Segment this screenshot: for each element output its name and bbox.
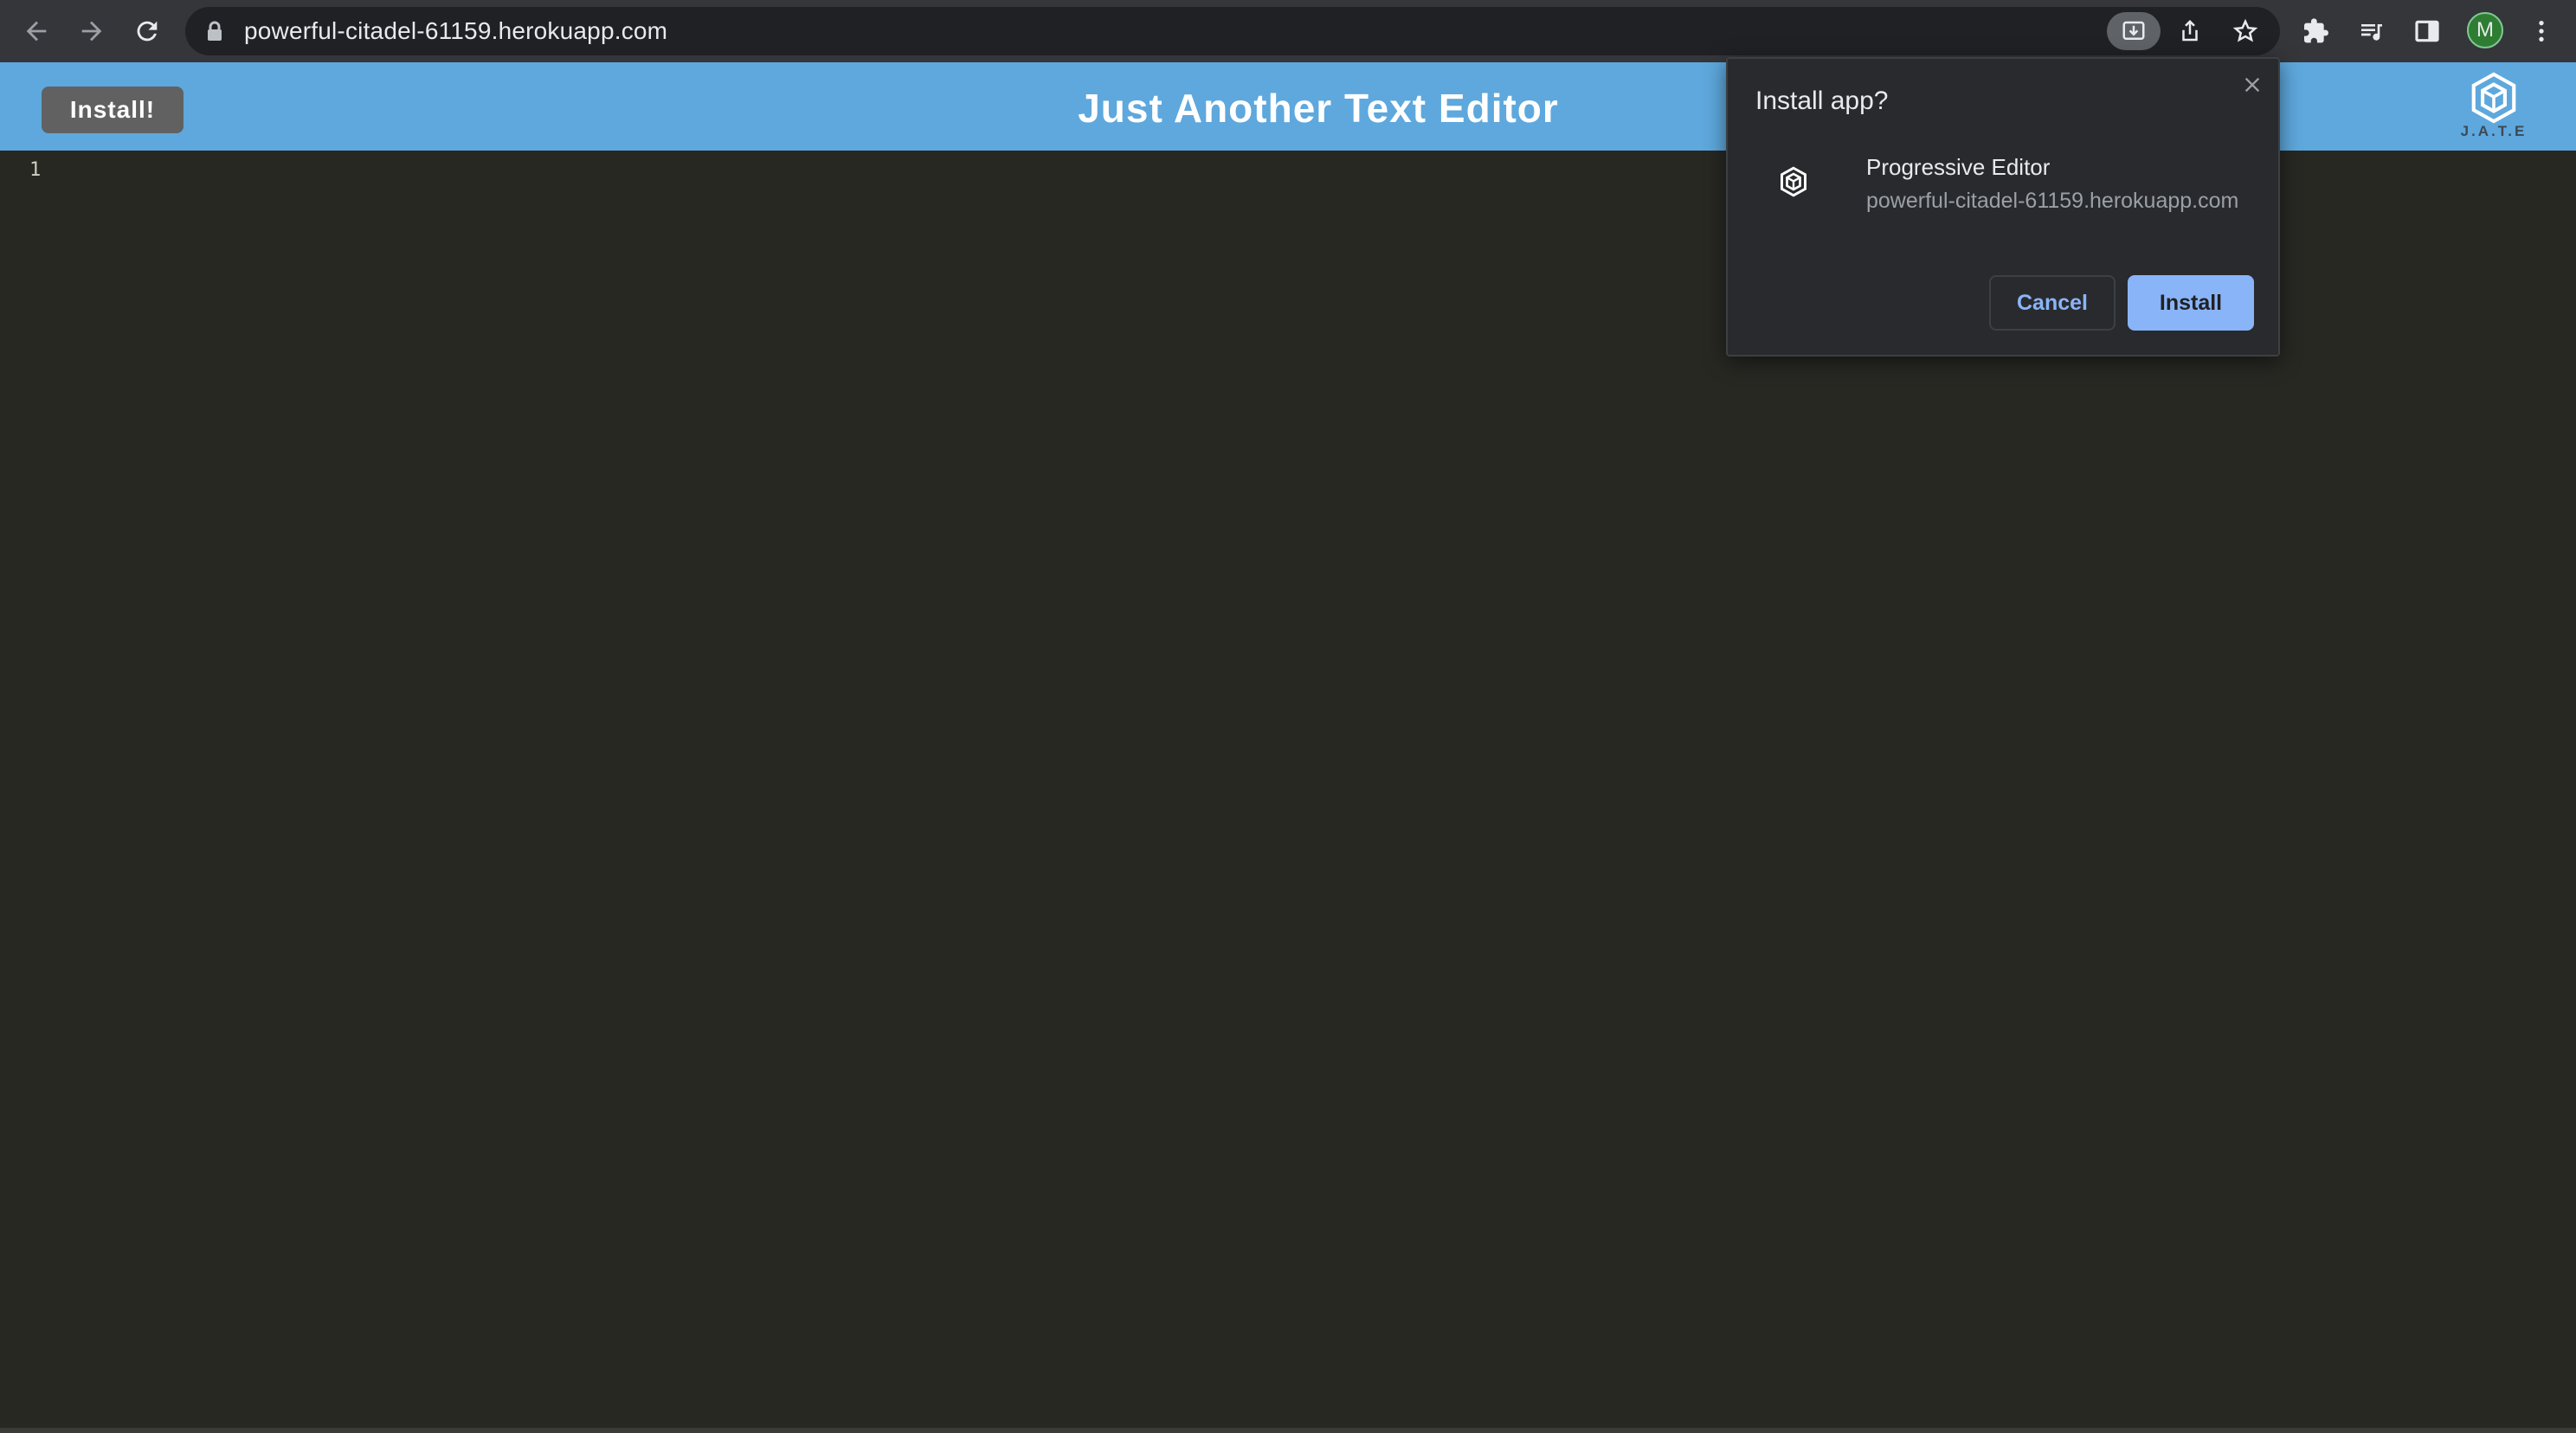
media-control-icon [2361, 24, 2382, 41]
install-app-dialog: Install app? Progressive Editor powerful… [1726, 57, 2280, 357]
close-icon [2244, 77, 2260, 93]
reload-button[interactable] [119, 3, 175, 59]
cancel-button[interactable]: Cancel [1989, 275, 2116, 331]
hexagon-logo-icon [2471, 72, 2516, 124]
reload-icon [137, 21, 158, 42]
install-button[interactable]: Install [2128, 275, 2254, 331]
side-panel-button[interactable] [2405, 9, 2450, 54]
lock-icon [208, 21, 222, 41]
browser-menu-button[interactable] [2519, 9, 2564, 54]
url-text[interactable]: powerful-citadel-61159.herokuapp.com [244, 7, 667, 55]
install-app-button[interactable] [2107, 12, 2161, 50]
app-logo: J.A.T.E [2455, 71, 2533, 149]
dialog-close-button[interactable] [2237, 69, 2268, 100]
profile-avatar[interactable]: M [2467, 12, 2503, 48]
app-name: Progressive Editor [1866, 154, 2051, 180]
side-panel-icon [2415, 20, 2439, 42]
forward-arrow-icon [81, 21, 102, 42]
star-icon [2232, 18, 2258, 42]
kebab-menu-icon [2539, 21, 2544, 42]
extensions-button[interactable] [2294, 9, 2339, 54]
app-icon [1778, 166, 1809, 197]
puzzle-icon [2304, 18, 2328, 43]
share-icon [2182, 19, 2198, 42]
address-bar[interactable]: powerful-citadel-61159.herokuapp.com [185, 7, 2280, 55]
page-title: Just Another Text Editor [1078, 86, 1559, 131]
browser-toolbar: powerful-citadel-61159.herokuapp.com M [0, 0, 2576, 62]
share-button[interactable] [2171, 12, 2209, 50]
forward-button[interactable] [64, 3, 119, 59]
dialog-title: Install app? [1755, 87, 1889, 115]
hexagon-logo-icon [1781, 166, 1806, 197]
pwa-install-button[interactable]: Install! [42, 87, 184, 133]
line-number: 1 [29, 159, 42, 181]
back-arrow-icon [26, 21, 47, 42]
back-button[interactable] [9, 3, 64, 59]
install-app-icon [2122, 21, 2145, 40]
media-control-button[interactable] [2349, 9, 2394, 54]
bookmark-button[interactable] [2226, 12, 2264, 50]
window-bottom-edge [0, 1428, 2576, 1433]
app-origin: powerful-citadel-61159.herokuapp.com [1866, 189, 2239, 213]
logo-text: J.A.T.E [2460, 123, 2528, 139]
